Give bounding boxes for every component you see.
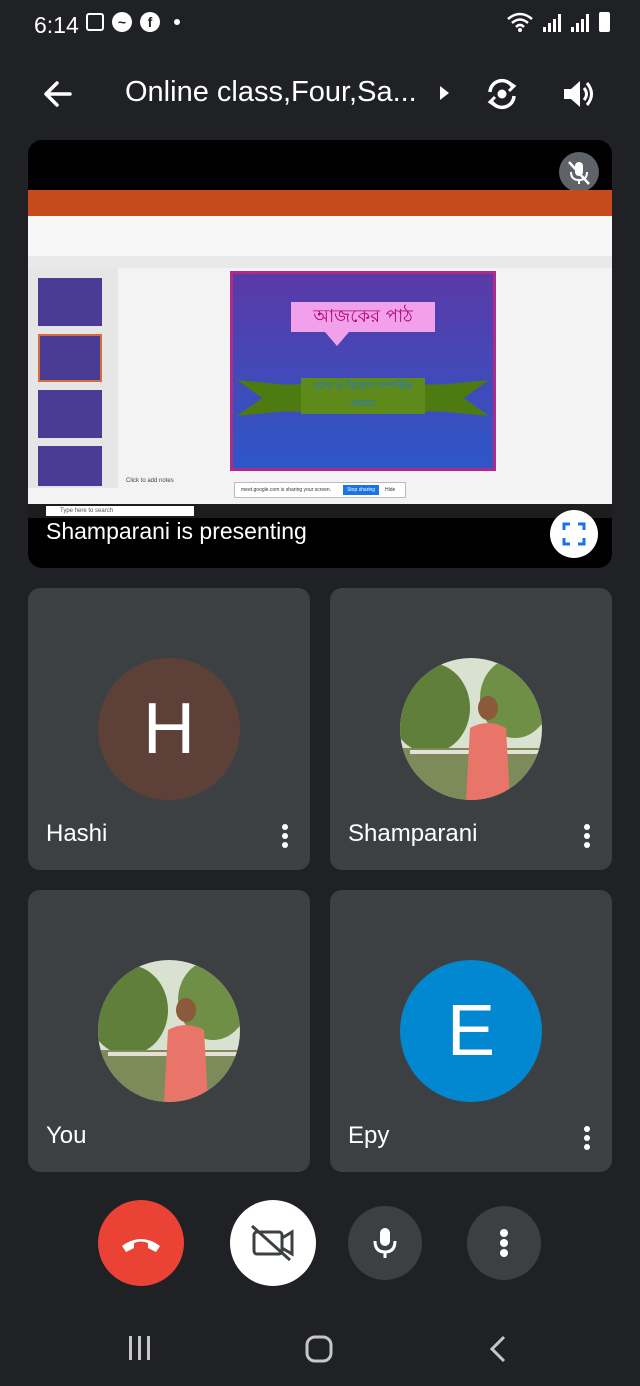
participant-name: Hashi <box>46 820 108 847</box>
avatar <box>400 658 542 800</box>
camera-off-icon <box>250 1224 294 1262</box>
windows-taskbar: Type here to search <box>28 504 612 518</box>
home-icon[interactable] <box>304 1334 334 1364</box>
slide-thumbnail <box>38 446 102 486</box>
meeting-title[interactable]: Online class,Four,Sa... <box>125 76 417 109</box>
profile-photo <box>400 658 542 800</box>
app-titlebar <box>28 190 612 206</box>
slide-thumbnail <box>38 390 102 438</box>
end-call-button[interactable] <box>98 1200 184 1286</box>
switch-camera-icon[interactable] <box>482 74 522 114</box>
current-slide: আজকের পাঠ যোগ ও বিয়োগ সম্পর্কিত সমস্যা <box>230 271 496 471</box>
signal-icon <box>571 14 589 32</box>
stop-sharing-button: Stop sharing <box>343 485 379 495</box>
avatar: H <box>98 658 240 800</box>
shared-screen: আজকের পাঠ যোগ ও বিয়োগ সম্পর্কিত সমস্যা … <box>28 190 612 518</box>
participant-tile-shamparani[interactable]: Shamparani <box>330 588 612 870</box>
participant-tile-you[interactable]: You <box>28 890 310 1172</box>
quick-access-bar <box>28 256 612 268</box>
camera-toggle-button[interactable] <box>230 1200 316 1286</box>
hang-up-icon <box>122 1239 160 1252</box>
more-options-icon[interactable] <box>582 824 592 852</box>
mic-off-icon <box>559 152 599 192</box>
recent-apps-icon[interactable] <box>126 1334 154 1362</box>
gallery-icon <box>86 13 104 31</box>
ribbon-tabs <box>28 206 612 216</box>
fullscreen-icon <box>562 522 586 546</box>
share-notice-text: meet.google.com is sharing your screen. <box>241 487 332 493</box>
presenter-label: Shamparani is presenting <box>46 518 307 544</box>
fullscreen-button[interactable] <box>550 510 598 558</box>
ribbon-toolbar <box>28 216 612 257</box>
meeting-header: Online class,Four,Sa... <box>0 60 640 130</box>
dot-icon <box>174 19 180 25</box>
participant-name: Shamparani <box>348 820 478 847</box>
participant-name: You <box>46 1122 87 1149</box>
speaker-icon[interactable] <box>558 74 598 114</box>
wifi-icon <box>507 12 533 32</box>
slide-thumbnails <box>28 268 118 488</box>
participant-name: Epy <box>348 1122 390 1149</box>
more-options-icon[interactable] <box>582 1126 592 1154</box>
expand-arrow-icon[interactable] <box>440 86 449 100</box>
facebook-icon: f <box>140 12 160 32</box>
mic-toggle-button[interactable] <box>348 1206 422 1280</box>
slide-subtitle: যোগ ও বিয়োগ সম্পর্কিত সমস্যা <box>301 378 425 414</box>
status-time: 6:14 <box>34 12 79 38</box>
participant-tile-hashi[interactable]: H Hashi <box>28 588 310 870</box>
share-notice-bar: meet.google.com is sharing your screen. … <box>234 482 406 498</box>
back-nav-icon[interactable] <box>486 1334 510 1364</box>
taskbar-search: Type here to search <box>46 506 194 516</box>
more-options-icon[interactable] <box>280 824 290 852</box>
system-nav-bar <box>0 1310 640 1386</box>
messenger-icon: ~ <box>112 12 132 32</box>
callout-pointer <box>325 332 349 346</box>
avatar <box>98 960 240 1102</box>
presentation-panel[interactable]: আজকের পাঠ যোগ ও বিয়োগ সম্পর্কিত সমস্যা … <box>28 140 612 568</box>
back-arrow-icon[interactable] <box>40 76 76 112</box>
avatar: E <box>400 960 542 1102</box>
profile-photo <box>98 960 240 1102</box>
battery-icon <box>599 12 610 32</box>
more-options-button[interactable] <box>467 1206 541 1280</box>
participant-tile-epy[interactable]: E Epy <box>330 890 612 1172</box>
more-vert-icon <box>500 1229 508 1257</box>
slide-thumbnail <box>38 334 102 382</box>
slide-title: আজকের পাঠ <box>291 302 435 332</box>
slide-thumbnail <box>38 278 102 326</box>
hide-link: Hide <box>385 487 396 493</box>
mic-icon <box>373 1228 397 1258</box>
signal-icon <box>543 14 561 32</box>
status-bar: 6:14 ~ f <box>0 0 640 50</box>
